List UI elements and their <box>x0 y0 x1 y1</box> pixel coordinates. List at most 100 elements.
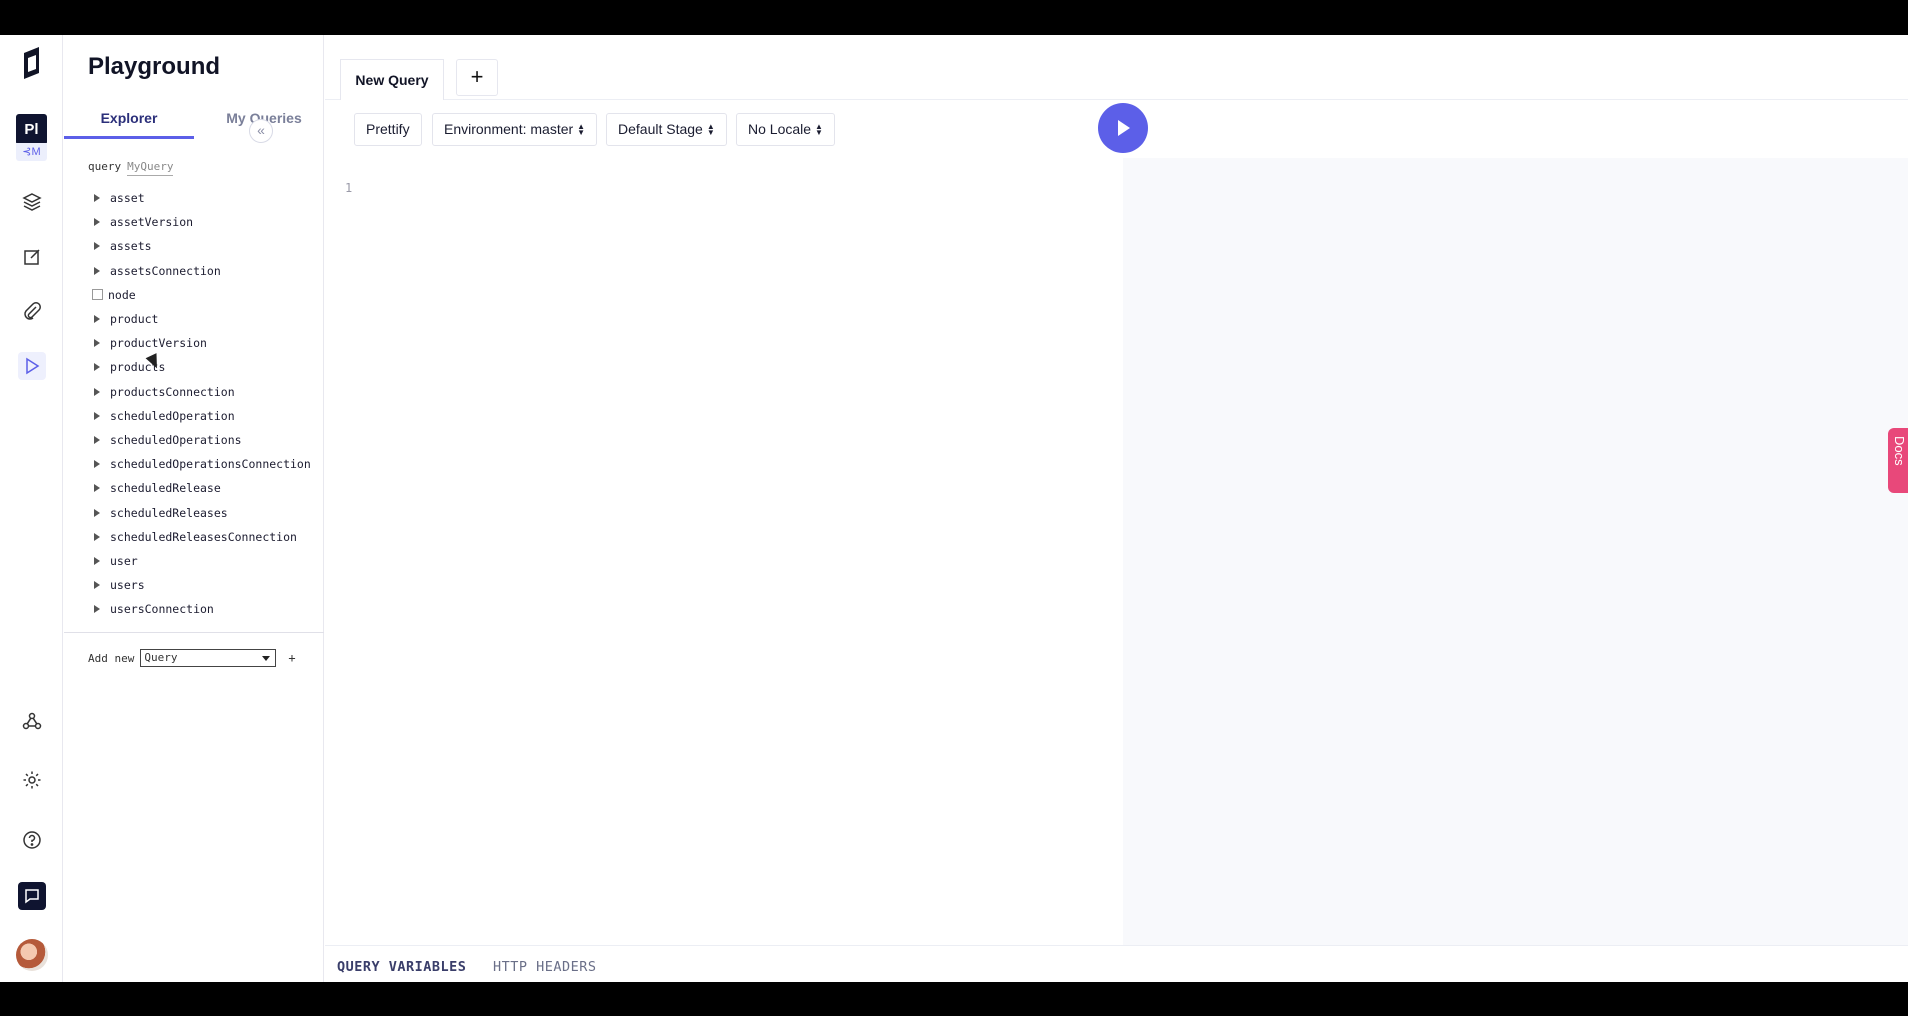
locale-label: No Locale <box>748 121 812 137</box>
query-editor[interactable]: 1 <box>325 158 1123 945</box>
field-label: assetsConnection <box>110 263 221 278</box>
expand-arrow-icon[interactable] <box>94 460 100 469</box>
expand-arrow-icon[interactable] <box>94 581 100 590</box>
result-pane: Docs <box>1123 158 1908 945</box>
expand-arrow-icon[interactable] <box>94 508 100 517</box>
explorer-field[interactable]: productVersion <box>92 331 311 355</box>
field-label: scheduledOperationsConnection <box>110 457 311 472</box>
explorer-field[interactable]: assets <box>92 234 311 258</box>
main-area: New Query + Prettify Environment: master… <box>325 35 1908 982</box>
explorer-field[interactable]: usersConnection <box>92 597 311 621</box>
expand-arrow-icon[interactable] <box>94 532 100 541</box>
project-badge[interactable]: Pl <box>16 114 47 145</box>
explorer-field[interactable]: scheduledOperationsConnection <box>92 452 311 476</box>
field-label: scheduledRelease <box>110 481 221 496</box>
line-number: 1 <box>345 181 353 195</box>
field-label: asset <box>110 191 145 206</box>
query-name-input[interactable]: MyQuery <box>127 160 174 176</box>
explorer-field[interactable]: scheduledOperation <box>92 404 311 428</box>
left-rail: Pl ⊰M <box>0 35 63 982</box>
explorer-field[interactable]: asset <box>92 186 311 210</box>
field-label: node <box>108 287 136 302</box>
explorer-field[interactable]: products <box>92 355 311 379</box>
gear-icon[interactable] <box>18 766 46 794</box>
explorer-field[interactable]: user <box>92 549 311 573</box>
expand-arrow-icon[interactable] <box>94 363 100 372</box>
add-tab-button[interactable]: + <box>456 59 498 96</box>
operation-type-select[interactable]: Query <box>140 649 277 667</box>
explorer-tabs: Explorer My Queries <box>64 111 324 139</box>
tab-explorer[interactable]: Explorer <box>64 111 194 139</box>
divider <box>64 632 324 633</box>
expand-arrow-icon[interactable] <box>94 387 100 396</box>
explorer-field[interactable]: node <box>92 283 311 307</box>
paperclip-icon[interactable] <box>18 297 46 325</box>
edit-icon[interactable] <box>18 243 46 271</box>
logo-icon[interactable] <box>19 45 45 85</box>
explorer-field[interactable]: users <box>92 573 311 597</box>
project-switch[interactable]: ⊰M <box>16 143 47 161</box>
locale-select[interactable]: No Locale ▲ ▼ <box>736 113 835 146</box>
field-label: user <box>110 553 138 568</box>
collapse-explorer-button[interactable]: « <box>249 119 273 143</box>
explorer-field[interactable]: scheduledReleases <box>92 500 311 524</box>
layers-icon[interactable] <box>18 188 46 216</box>
prettify-button[interactable]: Prettify <box>354 113 422 146</box>
updown-icon: ▲ ▼ <box>706 122 715 138</box>
expand-arrow-icon[interactable] <box>94 315 100 324</box>
expand-arrow-icon[interactable] <box>94 242 100 251</box>
tab-http-headers[interactable]: HTTP HEADERS <box>493 959 597 975</box>
field-label: usersConnection <box>110 602 214 617</box>
expand-arrow-icon[interactable] <box>94 194 100 203</box>
field-label: product <box>110 312 159 327</box>
explorer-field[interactable]: scheduledRelease <box>92 476 311 500</box>
play-icon[interactable] <box>18 352 46 380</box>
docs-button[interactable]: Docs <box>1888 428 1908 493</box>
updown-icon: ▲ ▼ <box>577 122 586 138</box>
webhook-icon[interactable] <box>18 707 46 735</box>
expand-arrow-icon[interactable] <box>94 556 100 565</box>
field-label: scheduledOperation <box>110 408 235 423</box>
add-operation-button[interactable]: + <box>288 651 295 665</box>
expand-arrow-icon[interactable] <box>94 484 100 493</box>
chat-icon[interactable] <box>18 882 46 910</box>
expand-arrow-icon[interactable] <box>94 339 100 348</box>
stage-select[interactable]: Default Stage ▲ ▼ <box>606 113 727 146</box>
field-label: assets <box>110 239 152 254</box>
tab-new-query[interactable]: New Query <box>340 59 444 100</box>
field-label: productsConnection <box>110 384 235 399</box>
bottom-bar: QUERY VARIABLES HTTP HEADERS <box>325 945 1908 982</box>
expand-arrow-icon[interactable] <box>94 218 100 227</box>
expand-arrow-icon[interactable] <box>94 411 100 420</box>
updown-icon: ▲ ▼ <box>815 122 823 138</box>
environment-select[interactable]: Environment: master ▲ ▼ <box>432 113 598 146</box>
explorer-field[interactable]: scheduledOperations <box>92 428 311 452</box>
app-window: Pl ⊰M Playground Explorer My Queries que… <box>0 35 1908 982</box>
explorer-field[interactable]: assetsConnection <box>92 259 311 283</box>
field-label: assetVersion <box>110 215 194 230</box>
explorer-field[interactable]: assetVersion <box>92 210 311 234</box>
expand-arrow-icon[interactable] <box>94 435 100 444</box>
stage-label: Default Stage <box>618 121 703 137</box>
avatar[interactable] <box>16 939 48 971</box>
field-label: scheduledReleases <box>110 505 228 520</box>
tab-query-variables[interactable]: QUERY VARIABLES <box>337 959 466 975</box>
query-header: query MyQuery <box>88 160 174 176</box>
help-icon[interactable] <box>18 826 46 854</box>
add-new-row: Add new Query + <box>88 649 296 667</box>
run-query-button[interactable] <box>1098 103 1148 153</box>
explorer-panel: Playground Explorer My Queries query MyQu… <box>64 35 324 982</box>
explorer-field[interactable]: product <box>92 307 311 331</box>
expand-arrow-icon[interactable] <box>94 605 100 614</box>
expand-arrow-icon[interactable] <box>94 266 100 275</box>
field-label: scheduledReleasesConnection <box>110 529 297 544</box>
field-label: scheduledOperations <box>110 432 242 447</box>
explorer-field[interactable]: scheduledReleasesConnection <box>92 525 311 549</box>
field-label: productVersion <box>110 336 207 351</box>
explorer-field[interactable]: productsConnection <box>92 380 311 404</box>
query-tabbar: New Query + <box>325 35 1908 100</box>
field-list: asset assetVersion assets assetsConnection n… <box>92 186 311 621</box>
page-title: Playground <box>88 53 221 80</box>
checkbox-icon[interactable] <box>92 289 103 301</box>
query-keyword: query <box>88 160 122 173</box>
